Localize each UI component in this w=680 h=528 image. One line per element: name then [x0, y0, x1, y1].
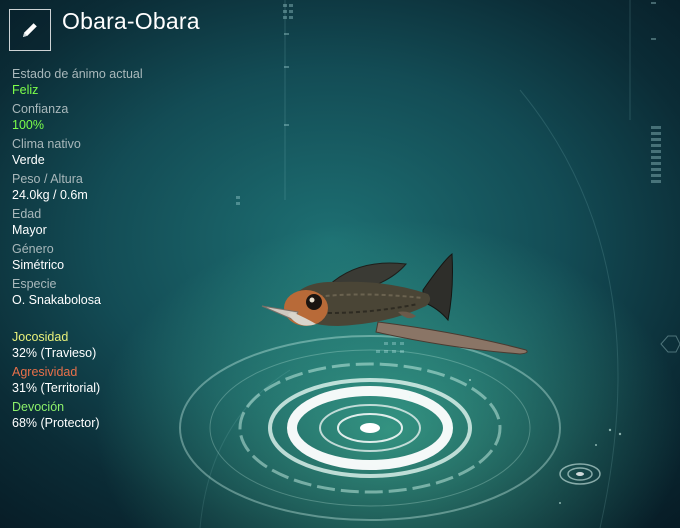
stats-list: Estado de ánimo actual Feliz Confianza 100%… [12, 67, 212, 312]
stat-item: Género Simétrico [12, 242, 212, 273]
stat-value: Simétrico [12, 258, 65, 272]
stat-label: Género [12, 242, 54, 256]
stat-label: Confianza [12, 102, 69, 116]
stat-item: Especie O. Snakabolosa [12, 277, 212, 308]
trait-value: 68% (Protector) [12, 416, 100, 430]
trait-item: Devoción 68% (Protector) [12, 400, 212, 431]
trait-label: Agresividad [12, 365, 78, 379]
stat-item: Edad Mayor [12, 207, 212, 238]
stat-item: Confianza 100% [12, 102, 212, 133]
stat-value: 100% [12, 118, 44, 132]
stat-label: Clima nativo [12, 137, 81, 151]
trait-value: 31% (Territorial) [12, 381, 101, 395]
stat-label: Edad [12, 207, 42, 221]
trait-label: Devoción [12, 400, 65, 414]
stat-label: Especie [12, 277, 57, 291]
trait-value: 32% (Travieso) [12, 346, 97, 360]
creature-model [261, 253, 528, 355]
stat-value: O. Snakabolosa [12, 293, 101, 307]
stat-item: Peso / Altura 24.0kg / 0.6m [12, 172, 212, 203]
stat-value: Feliz [12, 83, 39, 97]
stat-item: Clima nativo Verde [12, 137, 212, 168]
stat-value: Mayor [12, 223, 47, 237]
trait-item: Jocosidad 32% (Travieso) [12, 330, 212, 361]
stat-value: 24.0kg / 0.6m [12, 188, 88, 202]
stat-item: Estado de ánimo actual Feliz [12, 67, 212, 98]
edit-name-button[interactable] [9, 9, 51, 51]
traits-list: Jocosidad 32% (Travieso) Agresividad 31% (T… [12, 330, 212, 435]
trait-item: Agresividad 31% (Territorial) [12, 365, 212, 396]
stat-label: Estado de ánimo actual [12, 67, 143, 81]
stat-label: Peso / Altura [12, 172, 83, 186]
trait-label: Jocosidad [12, 330, 69, 344]
creature-name: Obara-Obara [62, 8, 200, 34]
pencil-icon [23, 23, 37, 37]
stat-value: Verde [12, 153, 45, 167]
